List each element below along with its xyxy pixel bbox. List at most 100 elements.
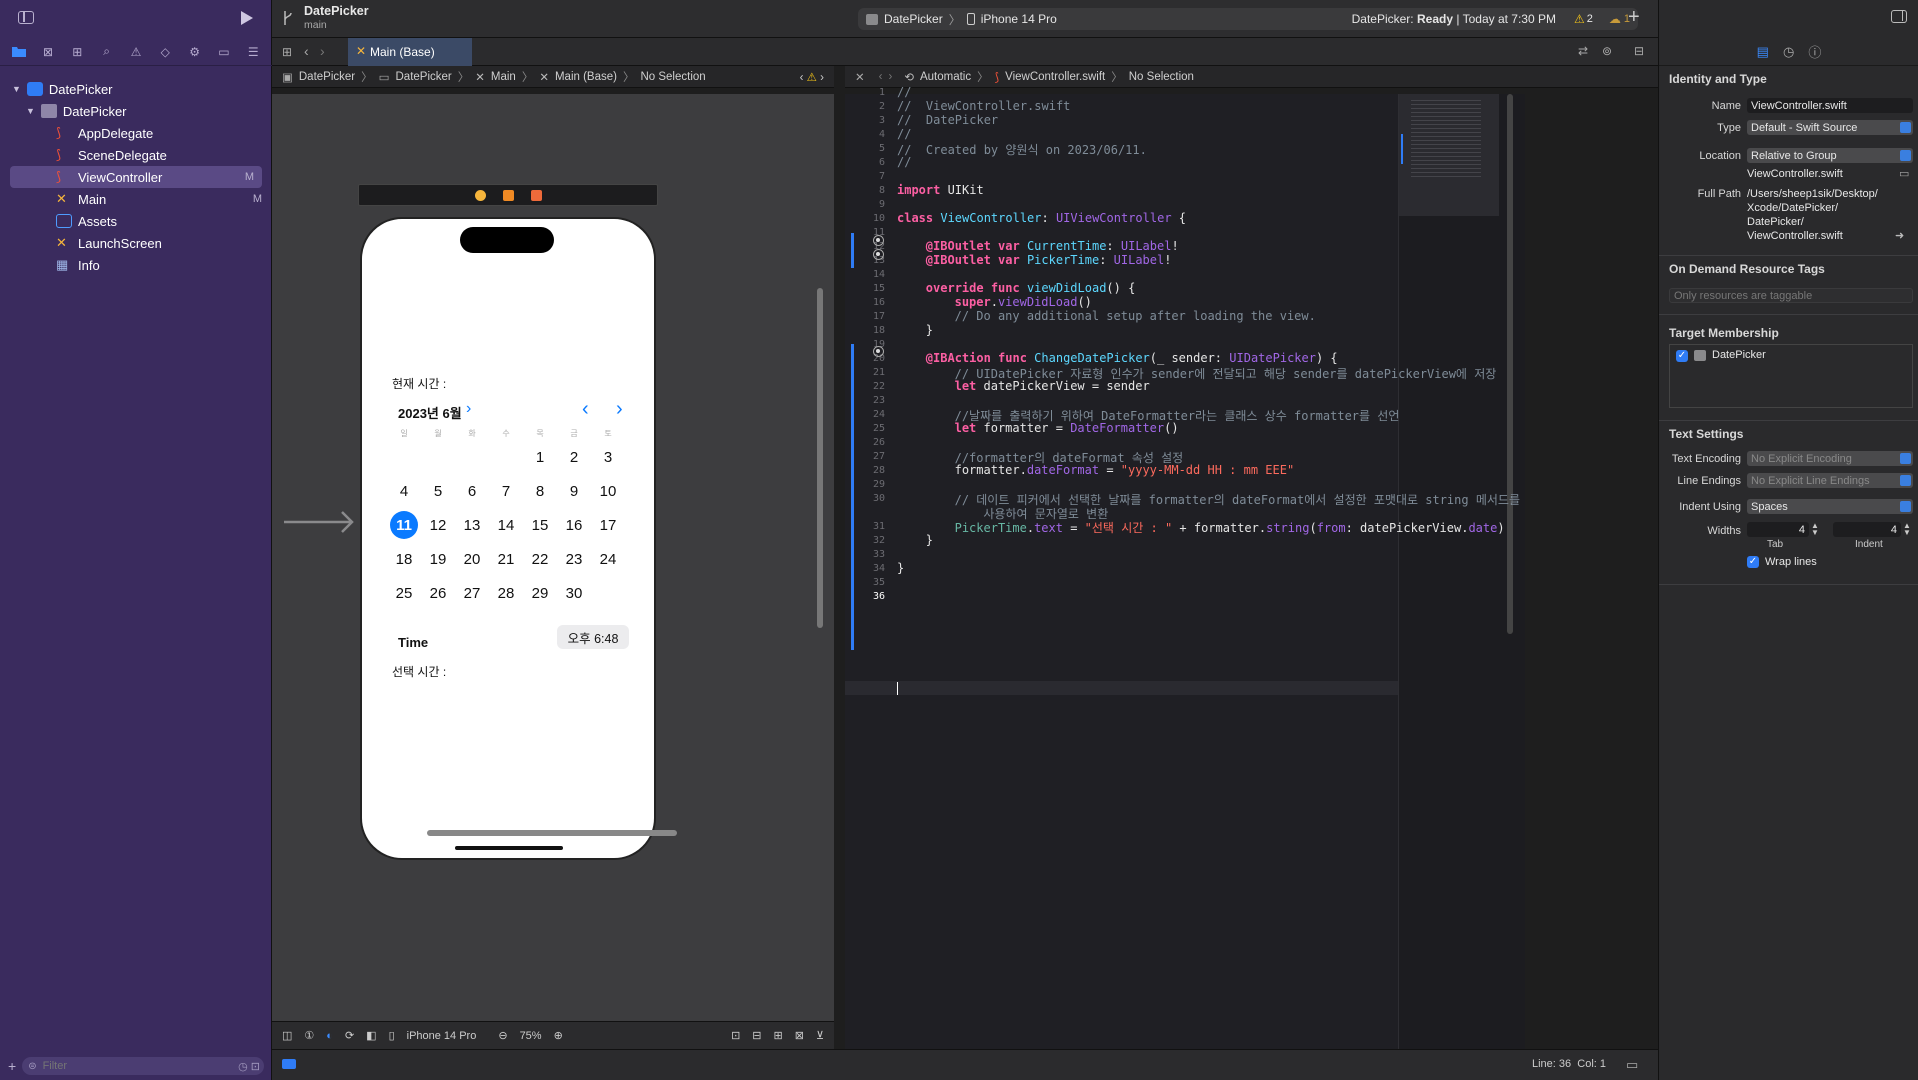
layout-icon[interactable]: ◧ <box>366 1029 376 1042</box>
calendar-day[interactable]: 18 <box>389 544 419 574</box>
calendar-day[interactable]: 14 <box>491 510 521 540</box>
appearance-icon[interactable]: ① <box>304 1029 314 1042</box>
orientation-icon[interactable]: ⟳ <box>345 1029 354 1042</box>
tree-item-viewcontroller[interactable]: ⟆ ViewController M <box>10 166 262 188</box>
back-icon[interactable]: ‹ <box>304 43 309 59</box>
chevron-right-icon[interactable]: › <box>466 400 471 418</box>
calendar-day[interactable]: 10 <box>593 476 623 506</box>
endings-select[interactable]: No Explicit Line Endings <box>1747 473 1913 488</box>
crumb-project[interactable]: DatePicker <box>299 71 355 83</box>
view-controller-icon[interactable] <box>475 190 486 201</box>
run-icon[interactable] <box>240 10 254 26</box>
calendar-day-selected[interactable]: 11 <box>390 511 418 539</box>
target-checkbox[interactable]: ✓ <box>1676 350 1688 362</box>
sidebar-toggle-icon[interactable] <box>18 11 34 24</box>
calendar-day[interactable]: 26 <box>423 578 453 608</box>
calendar-day[interactable]: 9 <box>559 476 589 506</box>
tab-stepper-icon[interactable]: ▲ ▼ <box>1811 522 1819 537</box>
scene-dock[interactable] <box>358 184 658 206</box>
calendar-day[interactable]: 25 <box>389 578 419 608</box>
location-select[interactable]: Relative to Group <box>1747 148 1913 163</box>
first-responder-icon[interactable] <box>503 190 514 201</box>
grid-icon[interactable]: ⊞ <box>282 45 292 59</box>
document-outline-icon[interactable]: ◫ <box>282 1029 292 1042</box>
calendar-day[interactable]: 7 <box>491 476 521 506</box>
issue-cloud-icon[interactable]: ☁ <box>1609 12 1621 26</box>
file-inspector-icon[interactable]: ▤ <box>1757 44 1769 60</box>
test-icon[interactable]: ◇ <box>157 44 173 60</box>
calendar-day[interactable]: 13 <box>457 510 487 540</box>
tree-item-assets[interactable]: Assets <box>0 210 272 232</box>
tree-item-appdelegate[interactable]: ⟆ AppDelegate <box>0 122 272 144</box>
calendar-day[interactable]: 30 <box>559 578 589 608</box>
crumb-selection[interactable]: No Selection <box>640 71 705 83</box>
calendar-day[interactable]: 1 <box>525 442 555 472</box>
calendar-day[interactable]: 8 <box>525 476 555 506</box>
name-field[interactable]: ViewController.swift <box>1747 98 1913 113</box>
crumb-swift-file[interactable]: ViewController.swift <box>1005 71 1105 83</box>
folder-icon[interactable]: ▭ <box>1899 167 1909 180</box>
interface-builder-canvas[interactable]: 현재 시간 : 2023년 6월 › ‹ › 일월화수목금토 123456789… <box>272 94 834 1021</box>
debug-area-toggle-icon[interactable] <box>282 1059 296 1069</box>
run-destination[interactable]: iPhone 14 Pro <box>981 12 1057 26</box>
zoom-out-icon[interactable]: ⊖ <box>498 1029 507 1042</box>
calendar-day[interactable]: 12 <box>423 510 453 540</box>
tree-item-group[interactable]: ▼ DatePicker <box>0 100 272 122</box>
embed-icon[interactable]: ⊻ <box>816 1029 824 1042</box>
calendar-day[interactable]: 23 <box>559 544 589 574</box>
tree-item-launchscreen[interactable]: ✕ LaunchScreen <box>0 232 272 254</box>
indent-stepper-icon[interactable]: ▲ ▼ <box>1903 522 1911 537</box>
calendar-day[interactable]: 19 <box>423 544 453 574</box>
calendar-day[interactable]: 21 <box>491 544 521 574</box>
report-icon[interactable]: ☰ <box>245 44 261 60</box>
tree-item-info[interactable]: ▦ Info <box>0 254 272 276</box>
calendar-day[interactable]: 24 <box>593 544 623 574</box>
calendar-day[interactable]: 29 <box>525 578 555 608</box>
calendar-day[interactable]: 4 <box>389 476 419 506</box>
warning-icon[interactable]: ⚠ <box>1574 12 1585 26</box>
forward-icon[interactable]: › <box>320 43 325 59</box>
calendar-day[interactable]: 6 <box>457 476 487 506</box>
encoding-select[interactable]: No Explicit Encoding <box>1747 451 1913 466</box>
calendar-day[interactable]: 3 <box>593 442 623 472</box>
chevron-down-icon[interactable]: ▼ <box>26 106 35 116</box>
previous-month-icon[interactable]: ‹ <box>582 398 589 421</box>
adjust-icon[interactable]: ⊚ <box>1602 44 1612 58</box>
crumb-selection[interactable]: No Selection <box>1129 71 1194 83</box>
source-control-icon[interactable]: ⊠ <box>40 44 56 60</box>
calendar-day[interactable]: 22 <box>525 544 555 574</box>
back-icon[interactable]: ‹ <box>879 71 883 83</box>
filter-field[interactable]: ⊜ ◷ ⊡ <box>22 1057 264 1075</box>
dark-mode-icon[interactable]: ◐ <box>326 1030 333 1042</box>
tab-width-field[interactable]: 4 <box>1747 522 1809 537</box>
crumb-group[interactable]: DatePicker <box>396 71 452 83</box>
related-items-icon[interactable]: ⟲ <box>904 70 914 84</box>
zoom-level[interactable]: 75% <box>520 1030 542 1042</box>
calendar-day[interactable]: 27 <box>457 578 487 608</box>
minimap[interactable] <box>1398 94 1525 1049</box>
close-icon[interactable]: ✕ <box>855 70 865 84</box>
reveal-in-finder-icon[interactable]: ➜ <box>1895 229 1904 242</box>
folder-icon[interactable] <box>11 44 27 60</box>
crumb-file[interactable]: Main <box>491 71 516 83</box>
breakpoint-icon[interactable]: ▭ <box>216 44 232 60</box>
current-time-label[interactable]: 현재 시간 : <box>392 375 446 392</box>
calendar-day[interactable]: 28 <box>491 578 521 608</box>
tree-item-project[interactable]: ▼ DatePicker <box>0 78 272 100</box>
scheme-name[interactable]: DatePicker <box>884 12 943 26</box>
debug-icon[interactable]: ⚙ <box>187 44 203 60</box>
refresh-icon[interactable]: ⇄ <box>1578 44 1588 58</box>
tab-main-base[interactable]: ✕ Main (Base) <box>348 38 472 66</box>
symbol-icon[interactable]: ⊞ <box>69 44 85 60</box>
calendar-day[interactable]: 5 <box>423 476 453 506</box>
calendar-day[interactable]: 17 <box>593 510 623 540</box>
vertical-scrollbar[interactable] <box>817 288 823 628</box>
history-icon[interactable]: ◷ <box>1783 44 1794 60</box>
iphone-frame[interactable]: 현재 시간 : 2023년 6월 › ‹ › 일월화수목금토 123456789… <box>360 217 656 860</box>
editor-scrollbar[interactable] <box>1507 94 1513 634</box>
tree-item-scenedelegate[interactable]: ⟆ SceneDelegate <box>0 144 272 166</box>
forward-icon[interactable]: › <box>888 71 892 83</box>
indent-using-select[interactable]: Spaces <box>1747 499 1913 514</box>
horizontal-scrollbar[interactable] <box>427 830 677 836</box>
crumb-base[interactable]: Main (Base) <box>555 71 617 83</box>
